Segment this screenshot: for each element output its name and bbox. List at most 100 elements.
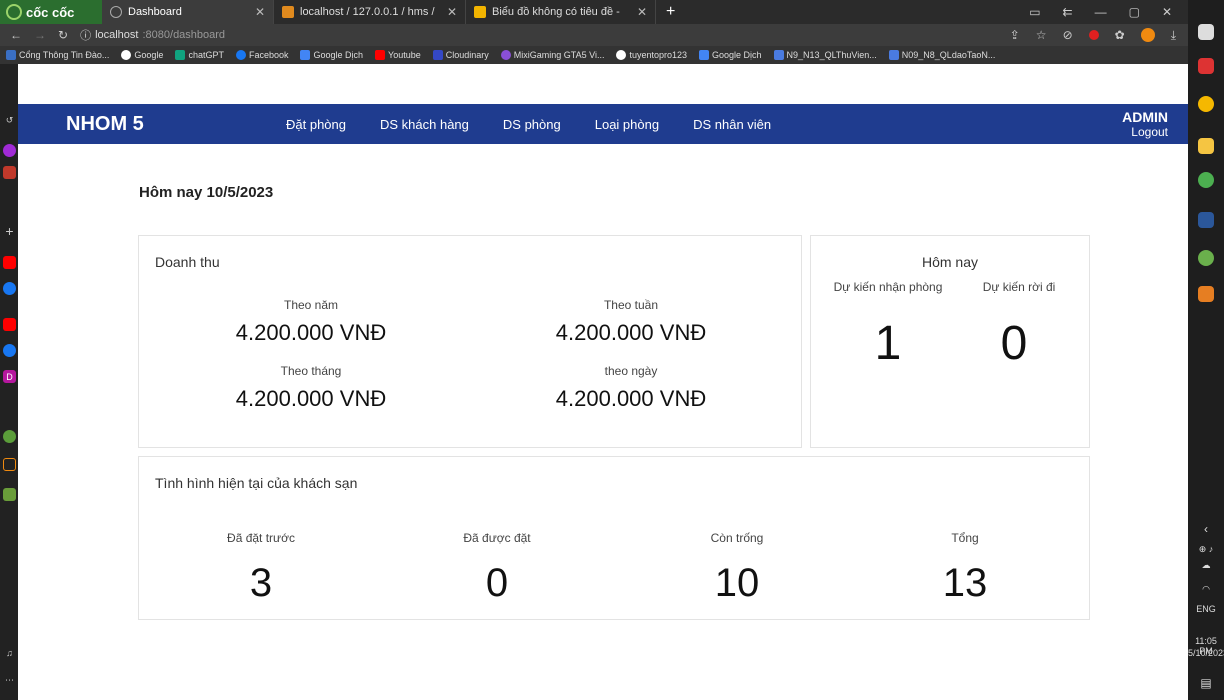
- close-icon[interactable]: ✕: [447, 5, 457, 19]
- twitch-icon: [500, 50, 511, 60]
- coccoc-icon[interactable]: [1198, 172, 1214, 188]
- download-icon[interactable]: ⤓: [1171, 28, 1176, 43]
- app-icon[interactable]: [1198, 250, 1214, 266]
- chrome-icon[interactable]: [1198, 96, 1214, 112]
- windows-icon[interactable]: [1198, 24, 1214, 40]
- cloudinary-icon: [432, 50, 443, 60]
- clock-date[interactable]: 5/10/2023: [1188, 648, 1224, 658]
- day-value: 4.200.000 VNĐ: [555, 386, 707, 411]
- revenue-card: Doanh thu Theo năm 4.200.000 VNĐ Theo tu…: [138, 235, 802, 448]
- more-icon[interactable]: ⋯: [3, 674, 16, 687]
- close-icon[interactable]: ✕: [255, 5, 265, 19]
- shop-icon[interactable]: [3, 458, 16, 471]
- star-icon[interactable]: ☆: [1036, 28, 1047, 42]
- nav-link-room-types[interactable]: Loại phòng: [595, 117, 659, 132]
- bookmark-item[interactable]: Facebook: [235, 50, 288, 60]
- folder-icon[interactable]: [1198, 138, 1214, 154]
- app-icon[interactable]: [1198, 58, 1214, 74]
- tab-dashboard[interactable]: Dashboard ✕: [102, 0, 274, 24]
- xampp-icon[interactable]: [1198, 286, 1214, 302]
- back-icon[interactable]: ←: [10, 28, 22, 42]
- network-icon[interactable]: ☁: [1188, 560, 1224, 571]
- nav-link-customers[interactable]: DS khách hàng: [380, 117, 469, 132]
- bookmark-item[interactable]: Youtube: [375, 50, 421, 60]
- new-tab-icon[interactable]: +: [656, 3, 685, 21]
- page-title: Hôm nay 10/5/2023: [139, 184, 274, 201]
- bookmark-item[interactable]: N9_N13_QLThuVien...: [773, 50, 877, 60]
- month-value: 4.200.000 VNĐ: [235, 386, 387, 411]
- bookmark-item[interactable]: Google Dịch: [699, 50, 762, 60]
- bookmark-item[interactable]: chatGPT: [175, 50, 224, 60]
- browser-brand[interactable]: cốc cốc: [0, 0, 102, 24]
- booked-label: Đã được đặt: [463, 531, 531, 545]
- reload-icon[interactable]: ↻: [58, 28, 68, 42]
- github-icon: [616, 50, 627, 60]
- close-icon[interactable]: ✕: [637, 5, 647, 19]
- record-icon[interactable]: [1088, 30, 1099, 40]
- game-icon[interactable]: [3, 430, 16, 443]
- forward-icon[interactable]: →: [34, 28, 46, 42]
- history-icon[interactable]: ↺: [3, 114, 16, 127]
- coccoc-logo-icon: [6, 4, 22, 20]
- window-controls: ▭ ⇇ — ▢ ✕: [1029, 5, 1188, 19]
- share-icon[interactable]: ⇪: [1010, 28, 1020, 42]
- bookmark-item[interactable]: Google Dịch: [300, 50, 363, 60]
- phpmyadmin-icon: [282, 6, 294, 18]
- bookmark-item[interactable]: tuyentopro123: [616, 50, 687, 60]
- bookmark-item[interactable]: Cloudinary: [432, 50, 489, 60]
- adblock-icon[interactable]: ⊘: [1063, 28, 1073, 42]
- tab-phpmyadmin[interactable]: localhost / 127.0.0.1 / hms / ✕: [274, 0, 466, 24]
- chatgpt-icon: [175, 50, 186, 60]
- language-indicator[interactable]: ENG: [1188, 604, 1224, 614]
- word-icon[interactable]: [1198, 212, 1214, 228]
- minimize-icon[interactable]: —: [1095, 5, 1107, 19]
- hotel-status-title: Tình hình hiện tại của khách sạn: [155, 475, 358, 491]
- cast-icon[interactable]: ▭: [1029, 5, 1040, 19]
- nav-link-booking[interactable]: Đặt phòng: [286, 117, 346, 132]
- browser-sidebar: ↺ + D ♫ ⋯: [0, 64, 18, 700]
- address-actions: ⇪ ☆ ⊘ ✿ ⤓: [1010, 28, 1188, 43]
- maximize-icon[interactable]: ▢: [1129, 5, 1140, 19]
- bookmark-item[interactable]: MixiGaming GTA5 Vi...: [500, 50, 604, 60]
- bell-icon[interactable]: ♫: [3, 646, 16, 659]
- year-label: Theo năm: [283, 298, 339, 312]
- logout-link[interactable]: Logout: [1122, 125, 1168, 139]
- notification-icon[interactable]: ▤: [1188, 676, 1224, 690]
- month-label: Theo tháng: [280, 364, 342, 378]
- hotel-status-card: Tình hình hiện tại của khách sạn Đã đặt …: [138, 456, 1090, 620]
- wifi-icon[interactable]: ◠: [1188, 584, 1224, 595]
- bookmark-item[interactable]: Google: [121, 50, 163, 60]
- dashboard-content: Hôm nay 10/5/2023 Doanh thu Theo năm 4.2…: [18, 144, 1188, 700]
- admin-label: ADMIN: [1122, 109, 1168, 125]
- app-brand[interactable]: NHOM 5: [66, 113, 286, 136]
- app-icon[interactable]: [3, 166, 16, 179]
- url-path: :8080/dashboard: [142, 29, 226, 41]
- nav-links: Đặt phòng DS khách hàng DS phòng Loại ph…: [286, 117, 771, 132]
- empty-value: 10: [714, 561, 760, 605]
- youtube-icon[interactable]: [3, 318, 16, 331]
- nav-link-staff[interactable]: DS nhân viên: [693, 117, 771, 132]
- bookmark-item[interactable]: N09_N8_QLdaoTaoN...: [888, 50, 995, 60]
- browser-brand-label: cốc cốc: [26, 4, 75, 20]
- info-icon: ⓘ: [80, 30, 92, 42]
- extensions-icon[interactable]: ✿: [1115, 28, 1125, 42]
- url-field[interactable]: ⓘ localhost:8080/dashboard: [80, 27, 225, 43]
- nav-link-rooms[interactable]: DS phòng: [503, 117, 561, 132]
- day-label: theo ngày: [604, 364, 658, 378]
- messenger-icon[interactable]: [3, 144, 16, 157]
- tab-chart[interactable]: Biểu đồ không có tiêu đề - ✕: [466, 0, 656, 24]
- pip-icon[interactable]: ⇇: [1063, 5, 1073, 19]
- add-icon[interactable]: +: [3, 223, 16, 239]
- youtube-icon[interactable]: [3, 256, 16, 269]
- bookmark-item[interactable]: Cổng Thông Tin Đào...: [6, 50, 109, 60]
- close-window-icon[interactable]: ✕: [1162, 5, 1172, 19]
- facebook-icon[interactable]: [3, 282, 16, 295]
- profile-avatar[interactable]: [1140, 28, 1155, 42]
- app-icon[interactable]: D: [3, 370, 16, 383]
- chevron-left-icon[interactable]: ‹: [1188, 522, 1224, 536]
- checkout-value: 0: [1000, 317, 1028, 370]
- address-bar: ← → ↻ ⓘ localhost:8080/dashboard ⇪ ☆ ⊘ ✿…: [0, 24, 1188, 46]
- facebook-icon[interactable]: [3, 344, 16, 357]
- game-icon[interactable]: [3, 488, 16, 501]
- tray-icons[interactable]: ⊕ ♪: [1188, 544, 1224, 555]
